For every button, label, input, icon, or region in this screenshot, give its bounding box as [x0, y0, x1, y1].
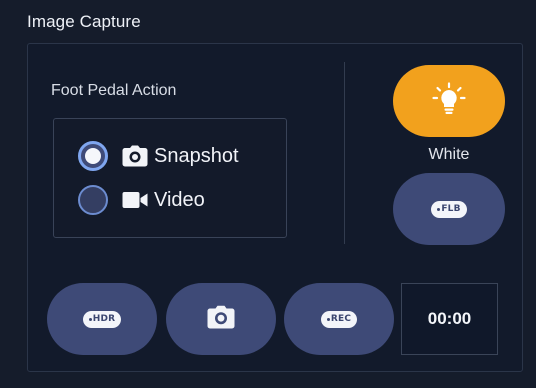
snapshot-button[interactable]: [166, 283, 276, 355]
video-radio-option[interactable]: Video: [78, 183, 205, 217]
camera-icon: [120, 144, 150, 168]
rec-badge: REC: [320, 310, 358, 328]
white-light-button[interactable]: [393, 65, 505, 137]
camera-icon: [207, 305, 235, 334]
foot-pedal-options-box: [53, 118, 287, 238]
snapshot-radio-button[interactable]: [78, 141, 108, 171]
image-capture-window: Image Capture Foot Pedal Action Snapshot…: [0, 0, 536, 388]
light-mode-label: White: [428, 146, 470, 163]
snapshot-option-label: Snapshot: [154, 144, 239, 167]
panel-title: Image Capture: [27, 12, 141, 31]
foot-pedal-label: Foot Pedal Action: [51, 82, 177, 99]
hdr-badge: HDR: [82, 310, 122, 328]
hdr-button[interactable]: HDR: [47, 283, 157, 355]
flb-badge: FLB: [431, 200, 467, 218]
light-bulb-icon: [432, 81, 466, 121]
video-option-label: Video: [154, 188, 205, 211]
video-camera-icon: [120, 188, 150, 212]
record-button[interactable]: REC: [284, 283, 394, 355]
snapshot-radio-option[interactable]: Snapshot: [78, 139, 239, 173]
flb-button[interactable]: FLB: [393, 173, 505, 245]
panel-divider: [344, 62, 345, 244]
video-radio-button[interactable]: [78, 185, 108, 215]
recording-timer: 00:00: [401, 283, 498, 355]
